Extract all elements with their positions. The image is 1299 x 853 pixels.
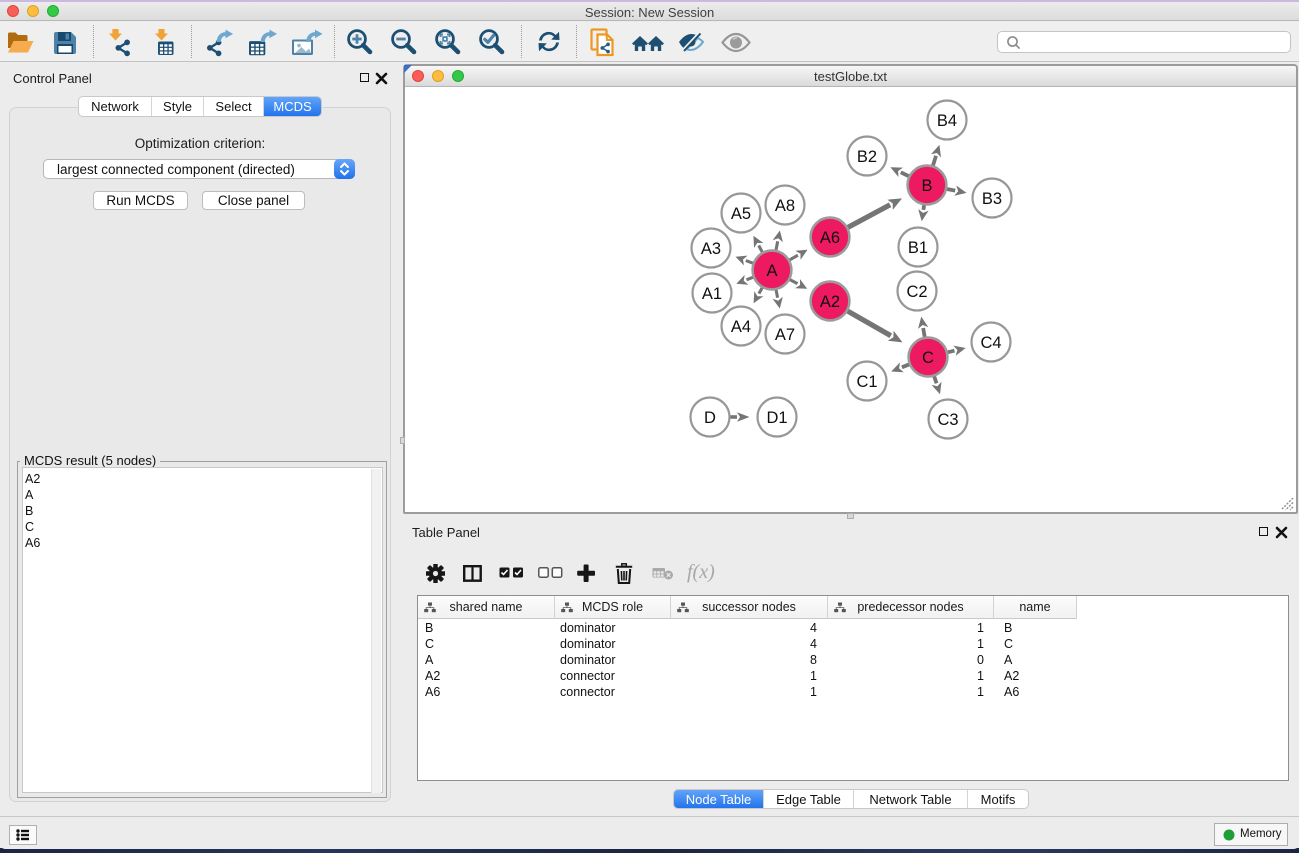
svg-text:A3: A3 [701, 240, 721, 258]
svg-text:B3: B3 [982, 190, 1002, 208]
svg-text:C2: C2 [906, 283, 927, 301]
svg-text:C3: C3 [937, 411, 958, 429]
svg-text:A4: A4 [731, 318, 751, 336]
svg-text:A1: A1 [702, 285, 722, 303]
svg-text:B2: B2 [857, 148, 877, 166]
svg-text:C4: C4 [980, 334, 1001, 352]
svg-text:A2: A2 [820, 293, 840, 311]
svg-text:C: C [922, 349, 934, 367]
svg-text:A7: A7 [775, 326, 795, 344]
svg-text:A8: A8 [775, 197, 795, 215]
svg-text:D1: D1 [766, 409, 787, 427]
svg-text:B1: B1 [908, 239, 928, 257]
svg-text:A5: A5 [731, 205, 751, 223]
svg-text:B: B [921, 177, 932, 195]
svg-text:B4: B4 [937, 112, 957, 130]
svg-text:D: D [704, 409, 716, 427]
svg-text:A6: A6 [820, 229, 840, 247]
svg-text:A: A [766, 262, 777, 280]
svg-text:C1: C1 [856, 373, 877, 391]
